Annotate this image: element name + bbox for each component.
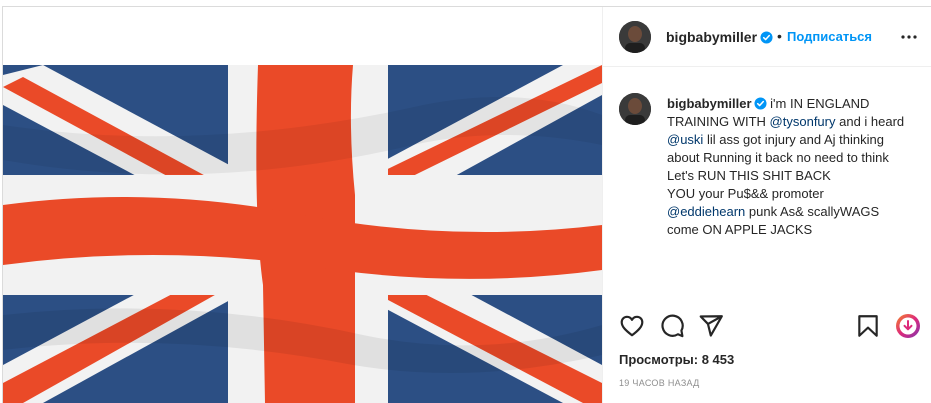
bookmark-icon[interactable] bbox=[855, 313, 881, 339]
mention-link[interactable]: @tysonfury bbox=[770, 114, 836, 129]
caption-text: bigbabymiller i'm IN ENGLAND TRAINING WI… bbox=[667, 95, 919, 239]
separator-dot: • bbox=[777, 28, 782, 44]
mention-link[interactable]: @uski bbox=[667, 132, 703, 147]
avatar[interactable] bbox=[619, 21, 651, 53]
views-count: Просмотры: 8 453 bbox=[619, 352, 735, 367]
union-jack-flag-image bbox=[3, 65, 602, 403]
caption-segment: and i heard bbox=[835, 114, 905, 129]
post-header: bigbabymiller • Подписаться bbox=[603, 7, 931, 67]
post-timestamp[interactable]: 19 ЧАСОВ НАЗАД bbox=[619, 378, 700, 388]
comment-icon[interactable] bbox=[659, 313, 685, 339]
share-icon[interactable] bbox=[698, 313, 724, 339]
caption-avatar[interactable] bbox=[619, 93, 651, 125]
avatar-image bbox=[619, 93, 651, 125]
instagram-post: bigbabymiller • Подписаться bigbabymille… bbox=[2, 6, 931, 403]
heart-icon[interactable] bbox=[619, 313, 645, 339]
more-options-icon[interactable] bbox=[899, 27, 919, 47]
download-icon[interactable] bbox=[895, 313, 921, 339]
action-bar bbox=[603, 307, 931, 347]
post-author-username[interactable]: bigbabymiller bbox=[666, 29, 757, 45]
mention-link[interactable]: @eddiehearn bbox=[667, 204, 745, 219]
post-sidebar: bigbabymiller • Подписаться bigbabymille… bbox=[602, 7, 931, 403]
post-media[interactable] bbox=[3, 7, 602, 403]
verified-badge-icon bbox=[758, 29, 773, 47]
avatar-image bbox=[619, 21, 651, 53]
follow-button[interactable]: Подписаться bbox=[787, 29, 872, 44]
caption-username[interactable]: bigbabymiller bbox=[667, 96, 752, 111]
verified-badge-icon bbox=[752, 96, 767, 111]
